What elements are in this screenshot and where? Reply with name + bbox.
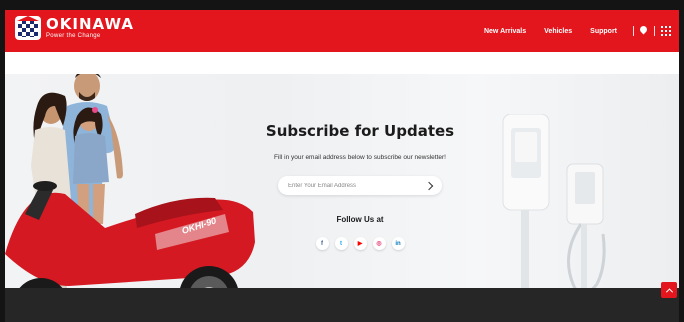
- nav-divider: [633, 26, 634, 36]
- spacer-band: [5, 52, 679, 74]
- subscribe-title: Subscribe for Updates: [265, 122, 455, 140]
- youtube-icon[interactable]: ▶: [353, 237, 367, 250]
- follow-us-label: Follow Us at: [336, 215, 384, 224]
- apps-grid-icon[interactable]: [661, 26, 671, 36]
- family-scooter-image: OKHI-90: [5, 74, 255, 288]
- site-header: OKINAWA Power the Change New Arrivals Ve…: [5, 10, 679, 52]
- main-nav: New Arrivals Vehicles Support: [484, 10, 679, 52]
- nav-support[interactable]: Support: [590, 28, 617, 35]
- logo-checkered-icon: [15, 16, 41, 40]
- subscribe-subtitle: Fill in your email address below to subs…: [274, 154, 446, 161]
- subscribe-panel: Subscribe for Updates Fill in your email…: [235, 122, 485, 250]
- ev-charger-image: [502, 114, 606, 288]
- nav-new-arrivals[interactable]: New Arrivals: [484, 28, 526, 35]
- email-field: [278, 176, 442, 195]
- facebook-icon[interactable]: f: [315, 237, 329, 250]
- brand-tagline: Power the Change: [46, 32, 101, 39]
- footer-bar: [5, 288, 679, 322]
- submit-arrow-icon[interactable]: [424, 181, 434, 190]
- location-pin-icon[interactable]: [640, 26, 648, 36]
- brand-name: OKINAWA: [46, 14, 134, 33]
- nav-vehicles[interactable]: Vehicles: [544, 28, 572, 35]
- twitter-icon[interactable]: t: [334, 237, 348, 250]
- linkedin-icon[interactable]: in: [391, 237, 405, 250]
- subscribe-hero: OKHI-90 Subscribe for Updates Fill in yo…: [5, 74, 679, 288]
- browser-frame: OKINAWA Power the Change New Arrivals Ve…: [0, 0, 684, 322]
- brand-logo[interactable]: OKINAWA Power the Change: [15, 16, 134, 40]
- social-links: f t ▶ ◎ in: [235, 237, 485, 250]
- scroll-to-top-button[interactable]: [661, 282, 677, 298]
- nav-divider: [654, 26, 655, 36]
- email-input[interactable]: [288, 182, 408, 189]
- instagram-icon[interactable]: ◎: [372, 237, 386, 250]
